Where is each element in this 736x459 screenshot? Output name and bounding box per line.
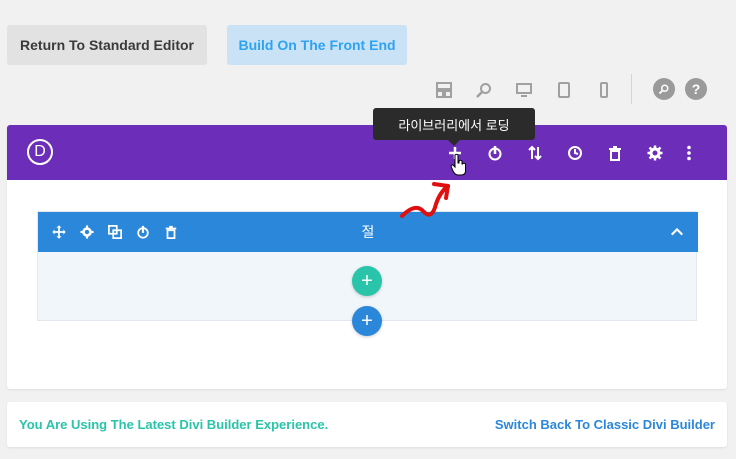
- builder-footer: You Are Using The Latest Divi Builder Ex…: [7, 402, 727, 447]
- power-icon[interactable]: [134, 223, 152, 241]
- sort-icon[interactable]: [525, 143, 545, 163]
- trash-icon[interactable]: [162, 223, 180, 241]
- move-icon[interactable]: [50, 223, 68, 241]
- add-section-button[interactable]: +: [352, 306, 382, 336]
- history-icon[interactable]: [565, 143, 585, 163]
- more-icon[interactable]: [679, 143, 699, 163]
- switch-classic-builder-link[interactable]: Switch Back To Classic Divi Builder: [495, 417, 715, 432]
- search-icon[interactable]: [653, 78, 675, 100]
- divi-logo: D: [27, 139, 53, 165]
- phone-icon[interactable]: [592, 78, 616, 102]
- add-row-button[interactable]: +: [352, 266, 382, 296]
- trash-icon[interactable]: [605, 143, 625, 163]
- wireframe-icon[interactable]: [432, 78, 456, 102]
- annotation-arrow-icon: [400, 182, 450, 218]
- build-on-front-end-button[interactable]: Build On The Front End: [227, 25, 407, 65]
- builder-header: D: [7, 125, 727, 180]
- duplicate-icon[interactable]: [106, 223, 124, 241]
- desktop-icon[interactable]: [512, 78, 536, 102]
- gear-icon[interactable]: [78, 223, 96, 241]
- section-header: 절: [38, 212, 698, 252]
- view-mode-bar: [432, 78, 632, 102]
- zoom-icon[interactable]: [472, 78, 496, 102]
- builder-status-message: You Are Using The Latest Divi Builder Ex…: [19, 417, 329, 432]
- load-from-library-tooltip: 라이브러리에서 로딩: [373, 108, 535, 140]
- power-icon[interactable]: [485, 143, 505, 163]
- chevron-up-icon[interactable]: [668, 223, 686, 241]
- return-to-standard-editor-button[interactable]: Return To Standard Editor: [7, 25, 207, 65]
- hand-cursor-icon: [450, 153, 466, 176]
- divider: [631, 74, 632, 104]
- gear-icon[interactable]: [645, 143, 665, 163]
- help-icon[interactable]: ?: [685, 78, 707, 100]
- section-title: 절: [361, 224, 375, 240]
- tooltip-arrow: [448, 140, 460, 146]
- tablet-icon[interactable]: [552, 78, 576, 102]
